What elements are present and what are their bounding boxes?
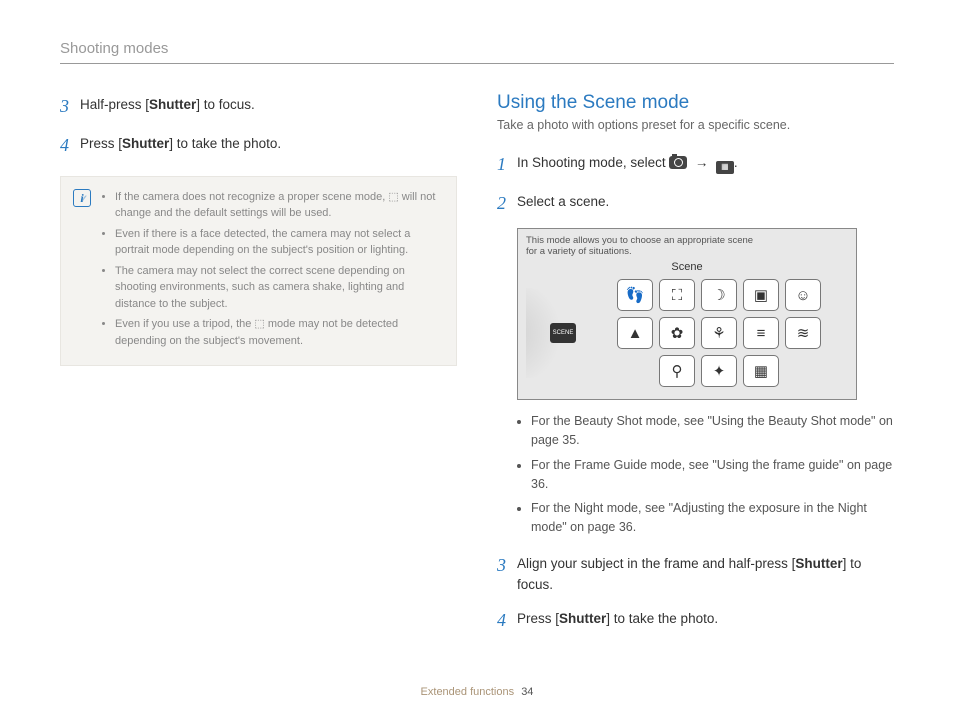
step-3-right: 3 Align your subject in the frame and ha… — [497, 551, 894, 596]
section-heading: Using the Scene mode — [497, 92, 894, 114]
scene-tile[interactable]: ≡ — [743, 317, 779, 349]
scene-icon: ▦ — [716, 161, 734, 174]
reference-item: For the Beauty Shot mode, see "Using the… — [531, 412, 894, 450]
step-4-left: 4 Press [Shutter] to take the photo. — [60, 131, 457, 160]
step-1-right: 1 In Shooting mode, select → ▦. — [497, 150, 894, 179]
note-box: i If the camera does not recognize a pro… — [60, 176, 457, 367]
step-2-right: 2 Select a scene. — [497, 189, 894, 218]
left-column: 3 Half-press [Shutter] to focus. 4 Press… — [60, 92, 457, 645]
step-4-right: 4 Press [Shutter] to take the photo. — [497, 606, 894, 635]
scene-chip-icon: SCENE — [550, 323, 576, 343]
note-item: Even if there is a face detected, the ca… — [115, 226, 442, 259]
note-item: The camera may not select the correct sc… — [115, 263, 442, 313]
scene-tile[interactable]: ▣ — [743, 279, 779, 311]
scene-screen: This mode allows you to choose an approp… — [517, 228, 857, 401]
note-item: If the camera does not recognize a prope… — [115, 189, 442, 222]
scene-tile[interactable]: ✦ — [701, 355, 737, 387]
note-icon: i — [73, 189, 91, 207]
right-column: Using the Scene mode Take a photo with o… — [497, 92, 894, 645]
reference-list: For the Beauty Shot mode, see "Using the… — [497, 412, 894, 537]
screen-title: Scene — [526, 261, 848, 273]
section-subtitle: Take a photo with options preset for a s… — [497, 118, 894, 132]
scene-tile[interactable]: ⚲ — [659, 355, 695, 387]
scene-tile[interactable]: ☽ — [701, 279, 737, 311]
scene-tile[interactable]: ✿ — [659, 317, 695, 349]
scene-tile[interactable]: ☺ — [785, 279, 821, 311]
step-3-left: 3 Half-press [Shutter] to focus. — [60, 92, 457, 121]
scene-tile[interactable]: ≋ — [785, 317, 821, 349]
scene-tile[interactable]: ⛶ — [659, 279, 695, 311]
note-item: Even if you use a tripod, the ⬚ mode may… — [115, 316, 442, 349]
scene-tile[interactable]: ⚘ — [701, 317, 737, 349]
scene-icon-grid: 👣 ⛶ ☽ ▣ ☺ ▲ ✿ ⚘ ≡ ≋ ⚲ ✦ ▦ — [572, 279, 848, 387]
page-footer: Extended functions 34 — [0, 686, 954, 698]
camera-icon — [669, 156, 687, 169]
screen-note: This mode allows you to choose an approp… — [526, 235, 756, 258]
scene-tile[interactable]: ▲ — [617, 317, 653, 349]
mode-dial: SCENE — [526, 288, 572, 378]
reference-item: For the Frame Guide mode, see "Using the… — [531, 456, 894, 494]
scene-tile[interactable]: ▦ — [743, 355, 779, 387]
scene-tile[interactable]: 👣 — [617, 279, 653, 311]
breadcrumb: Shooting modes — [60, 40, 894, 64]
reference-item: For the Night mode, see "Adjusting the e… — [531, 499, 894, 537]
